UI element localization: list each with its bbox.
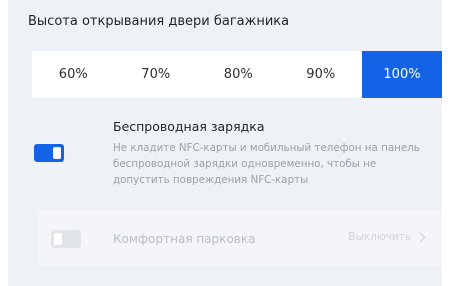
comfort-parking-row: Комфортная парковка Выключить (37, 210, 442, 266)
comfort-parking-toggle[interactable] (51, 230, 81, 248)
settings-panel: Высота открывания двери багажника 60% 70… (8, 0, 442, 286)
trunk-option-80[interactable]: 80% (197, 51, 280, 98)
chevron-right-icon (415, 232, 426, 242)
toggle-knob (53, 147, 61, 159)
wireless-charging-toggle[interactable] (34, 144, 64, 162)
trunk-option-100[interactable]: 100% (362, 51, 442, 98)
comfort-parking-action-label: Выключить (348, 231, 411, 243)
trunk-height-selector: 60% 70% 80% 90% 100% (32, 51, 442, 98)
wireless-charging-title: Беспроводная зарядка (113, 119, 265, 134)
trunk-option-70[interactable]: 70% (115, 51, 198, 98)
comfort-parking-action[interactable]: Выключить (348, 231, 426, 243)
wireless-charging-description: Не кладите NFC-карты и мобильный телефон… (113, 142, 420, 186)
trunk-option-90[interactable]: 90% (280, 51, 363, 98)
comfort-parking-label: Комфортная парковка (113, 232, 256, 246)
toggle-knob (54, 233, 62, 245)
trunk-option-60[interactable]: 60% (32, 51, 115, 98)
trunk-height-title: Высота открывания двери багажника (28, 14, 290, 29)
